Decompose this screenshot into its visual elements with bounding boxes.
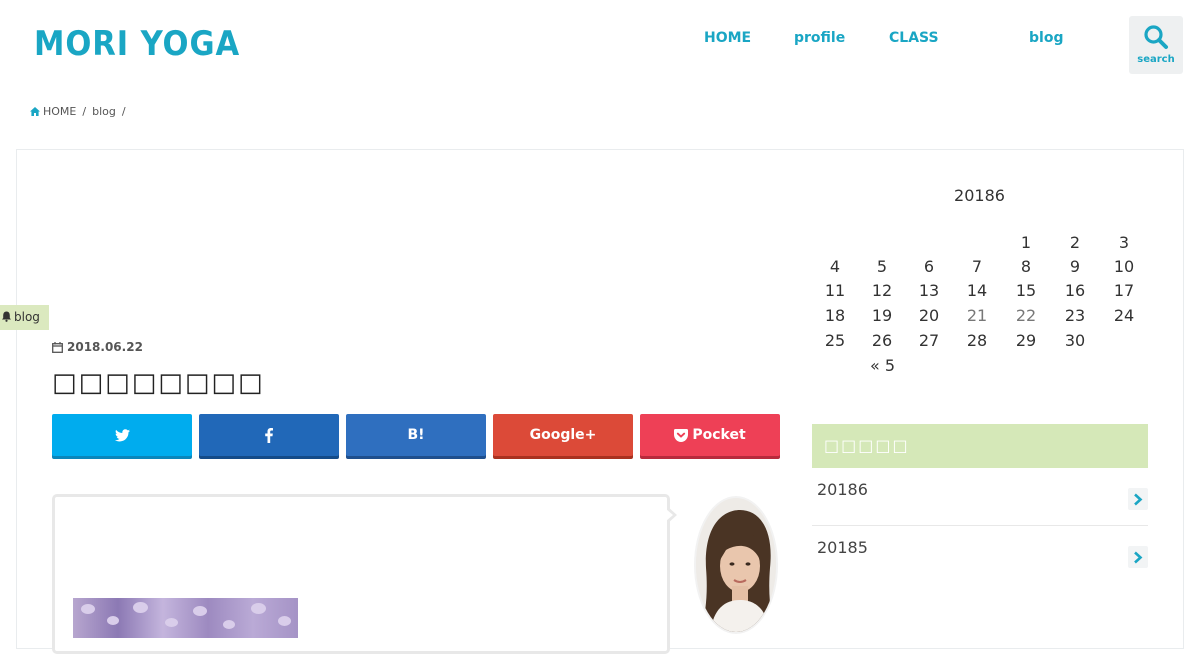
google-label: Google+ bbox=[529, 427, 597, 443]
calendar-day: 20 bbox=[918, 306, 940, 325]
calendar-day: 22 bbox=[1015, 306, 1037, 325]
site-header: MORI YOGA HOME profile CLASS blog search bbox=[0, 0, 1200, 90]
calendar-day: 6 bbox=[923, 257, 935, 276]
twitter-icon bbox=[114, 428, 130, 441]
nav-class[interactable]: CLASS bbox=[889, 30, 939, 46]
calendar-day: 21 bbox=[966, 306, 988, 325]
calendar-day: 10 bbox=[1113, 257, 1135, 276]
archive-item-label: 20185 bbox=[817, 538, 868, 557]
calendar-day: 16 bbox=[1064, 281, 1086, 300]
author-avatar bbox=[694, 496, 778, 634]
calendar-day: 24 bbox=[1113, 306, 1135, 325]
nav-blog[interactable]: blog bbox=[1029, 30, 1063, 46]
calendar-day: 5 bbox=[876, 257, 888, 276]
facebook-icon bbox=[265, 427, 273, 443]
category-badge[interactable]: blog bbox=[0, 305, 49, 330]
archive-item-label: 20186 bbox=[817, 480, 868, 499]
pocket-icon bbox=[674, 428, 689, 442]
calendar-day: 7 bbox=[971, 257, 983, 276]
home-icon bbox=[30, 107, 40, 116]
bell-icon bbox=[2, 311, 11, 322]
calendar-day: 30 bbox=[1064, 331, 1086, 350]
calendar-icon bbox=[52, 341, 63, 353]
calendar-day: 18 bbox=[824, 306, 846, 325]
calendar-caption: 20186 bbox=[954, 186, 1005, 205]
breadcrumb-blog[interactable]: blog bbox=[92, 105, 116, 118]
calendar-day: 23 bbox=[1064, 306, 1086, 325]
share-pocket-button[interactable]: Pocket bbox=[640, 414, 780, 456]
calendar-day: 4 bbox=[829, 257, 841, 276]
calendar-day: 25 bbox=[824, 331, 846, 350]
calendar-day: 9 bbox=[1069, 257, 1081, 276]
site-logo[interactable]: MORI YOGA bbox=[34, 24, 240, 64]
breadcrumb-separator: / bbox=[82, 105, 87, 118]
calendar-day: 8 bbox=[1020, 257, 1032, 276]
calendar-day: 14 bbox=[966, 281, 988, 300]
calendar-day: 3 bbox=[1118, 233, 1130, 252]
post-date-text: 2018.06.22 bbox=[67, 340, 143, 354]
share-twitter-button[interactable] bbox=[52, 414, 192, 456]
calendar-day: 12 bbox=[871, 281, 893, 300]
calendar-day: 17 bbox=[1113, 281, 1135, 300]
calendar-day: 29 bbox=[1015, 331, 1037, 350]
nav-home[interactable]: HOME bbox=[704, 30, 751, 46]
calendar-day: 28 bbox=[966, 331, 988, 350]
archive-item-chevron[interactable] bbox=[1128, 488, 1148, 510]
post-title: □□□□□□□□ bbox=[52, 368, 265, 398]
archive-item-chevron[interactable] bbox=[1128, 546, 1148, 568]
search-button[interactable]: search bbox=[1129, 16, 1183, 74]
nav-profile[interactable]: profile bbox=[794, 30, 845, 46]
breadcrumb-home[interactable]: HOME bbox=[43, 105, 76, 118]
breadcrumb-separator: / bbox=[121, 105, 126, 118]
calendar-day: 15 bbox=[1015, 281, 1037, 300]
calendar-prev-link[interactable]: « 5 bbox=[870, 356, 895, 375]
archive-item[interactable]: 20186 bbox=[812, 468, 1148, 526]
search-label: search bbox=[1137, 54, 1175, 65]
post-image bbox=[73, 598, 298, 638]
search-icon bbox=[1144, 25, 1168, 49]
calendar-day: 2 bbox=[1069, 233, 1081, 252]
calendar-day: 1 bbox=[1020, 233, 1032, 252]
archive-item[interactable]: 20185 bbox=[812, 526, 1148, 584]
share-facebook-button[interactable] bbox=[199, 414, 339, 456]
calendar-day: 27 bbox=[918, 331, 940, 350]
chevron-right-icon bbox=[1134, 493, 1143, 506]
speech-bubble-tail-inner bbox=[666, 509, 673, 521]
post-date: 2018.06.22 bbox=[52, 340, 143, 354]
breadcrumb: HOME / blog / bbox=[30, 105, 132, 118]
calendar-day: 13 bbox=[918, 281, 940, 300]
chevron-right-icon bbox=[1134, 551, 1143, 564]
hatena-label: B! bbox=[407, 427, 425, 443]
calendar-day: 11 bbox=[824, 281, 846, 300]
archive-widget-title: □□□□□ bbox=[812, 424, 1148, 468]
calendar-day: 26 bbox=[871, 331, 893, 350]
pocket-label: Pocket bbox=[692, 427, 746, 443]
category-label: blog bbox=[14, 310, 40, 324]
calendar-day: 19 bbox=[871, 306, 893, 325]
share-google-button[interactable]: Google+ bbox=[493, 414, 633, 456]
share-hatena-button[interactable]: B! bbox=[346, 414, 486, 456]
